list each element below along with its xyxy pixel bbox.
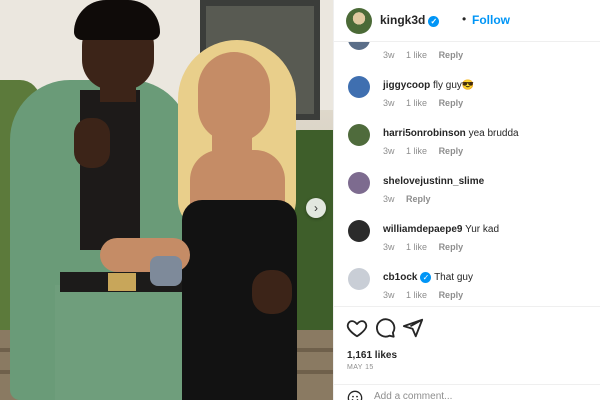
comment-meta: 3w 1 like Reply bbox=[383, 146, 472, 156]
post-date: MAY 15 bbox=[347, 364, 374, 371]
comment-time: 3w bbox=[383, 50, 395, 60]
photo-woman-face bbox=[198, 52, 270, 142]
comment-body: That guy bbox=[434, 272, 473, 283]
verified-badge-icon: ✓ bbox=[428, 16, 440, 27]
commenter-avatar[interactable] bbox=[348, 42, 370, 50]
author-avatar[interactable] bbox=[346, 8, 372, 34]
author-username[interactable]: kingk3d ✓ bbox=[380, 13, 440, 27]
comment-body: Yur kad bbox=[465, 224, 500, 235]
photo-woman-bracelet bbox=[150, 256, 182, 286]
comment-text: cb1ock ✓ That guy bbox=[383, 272, 473, 283]
next-photo-button[interactable]: › bbox=[306, 198, 326, 218]
header-separator: • bbox=[462, 12, 467, 26]
commenter-username[interactable]: cb1ock bbox=[383, 272, 417, 283]
comment-icon[interactable] bbox=[374, 317, 396, 339]
add-comment-row bbox=[334, 384, 600, 400]
comment-item: shelovejustinn_slime 3w Reply bbox=[334, 172, 600, 220]
comment-likes[interactable]: 1 like bbox=[406, 242, 427, 252]
comment-likes[interactable]: 1 like bbox=[406, 290, 427, 300]
commenter-avatar[interactable] bbox=[348, 124, 370, 146]
comment-meta: 3w 1 like Reply bbox=[383, 98, 472, 108]
reply-button[interactable]: Reply bbox=[406, 194, 431, 204]
commenter-avatar[interactable] bbox=[348, 76, 370, 98]
post-side-panel: kingk3d ✓ • Follow 3w 1 like Reply jiggyc… bbox=[333, 0, 600, 400]
comment-item: harri5onrobinson yea brudda 3w 1 like Re… bbox=[334, 124, 600, 172]
comments-list[interactable]: 3w 1 like Reply jiggycoop fly guy😎 3w 1 … bbox=[334, 42, 600, 304]
photo-man-hand bbox=[74, 118, 110, 168]
comment-text: williamdepaepe9 Yur kad bbox=[383, 224, 499, 235]
reply-button[interactable]: Reply bbox=[439, 146, 464, 156]
commenter-username[interactable]: harri5onrobinson bbox=[383, 128, 466, 139]
post-header: kingk3d ✓ • Follow bbox=[334, 0, 600, 42]
comment-time: 3w bbox=[383, 98, 395, 108]
photo-man-buckle bbox=[108, 273, 136, 291]
verified-badge-icon: ✓ bbox=[420, 272, 432, 283]
chevron-right-icon: › bbox=[314, 201, 318, 215]
comment-item: 3w 1 like Reply bbox=[334, 42, 600, 76]
comment-body: fly guy😎 bbox=[433, 80, 475, 91]
photo-man-shirt bbox=[80, 90, 140, 250]
comment-likes[interactable]: 1 like bbox=[406, 50, 427, 60]
comment-body: yea brudda bbox=[468, 128, 519, 139]
comment-meta: 3w 1 like Reply bbox=[383, 242, 472, 252]
add-comment-input[interactable] bbox=[374, 391, 574, 400]
comment-likes[interactable]: 1 like bbox=[406, 98, 427, 108]
comment-item: williamdepaepe9 Yur kad 3w 1 like Reply bbox=[334, 220, 600, 268]
reply-button[interactable]: Reply bbox=[439, 98, 464, 108]
follow-button[interactable]: Follow bbox=[472, 13, 510, 27]
reply-button[interactable]: Reply bbox=[439, 290, 464, 300]
commenter-username[interactable]: williamdepaepe9 bbox=[383, 224, 462, 235]
comment-time: 3w bbox=[383, 146, 395, 156]
comment-text: harri5onrobinson yea brudda bbox=[383, 128, 519, 139]
commenter-username[interactable]: jiggycoop bbox=[383, 80, 430, 91]
share-icon[interactable] bbox=[402, 317, 424, 339]
comment-time: 3w bbox=[383, 290, 395, 300]
comment-meta: 3w Reply bbox=[383, 194, 440, 204]
commenter-avatar[interactable] bbox=[348, 268, 370, 290]
comment-meta: 3w 1 like Reply bbox=[383, 290, 472, 300]
author-username-text[interactable]: kingk3d bbox=[380, 13, 425, 27]
heart-icon[interactable] bbox=[346, 317, 368, 339]
emoji-icon[interactable] bbox=[347, 390, 363, 400]
commenter-avatar[interactable] bbox=[348, 220, 370, 242]
comment-meta: 3w 1 like Reply bbox=[383, 50, 472, 60]
photo-man-hair bbox=[74, 0, 160, 40]
photo-man-pants bbox=[55, 285, 185, 400]
reply-button[interactable]: Reply bbox=[439, 50, 464, 60]
comment-item: jiggycoop fly guy😎 3w 1 like Reply bbox=[334, 76, 600, 124]
comment-time: 3w bbox=[383, 242, 395, 252]
comment-time: 3w bbox=[383, 194, 395, 204]
post-actions bbox=[334, 306, 600, 348]
reply-button[interactable]: Reply bbox=[439, 242, 464, 252]
comment-text: shelovejustinn_slime bbox=[383, 176, 484, 187]
comment-likes[interactable]: 1 like bbox=[406, 146, 427, 156]
photo-man-hand-on-waist bbox=[252, 270, 292, 314]
post-photo: › bbox=[0, 0, 333, 400]
comment-text: jiggycoop fly guy😎 bbox=[383, 80, 474, 91]
likes-count[interactable]: 1,161 likes bbox=[347, 350, 397, 361]
comment-item: cb1ock ✓ That guy 3w 1 like Reply bbox=[334, 268, 600, 304]
commenter-username[interactable]: shelovejustinn_slime bbox=[383, 176, 484, 187]
commenter-avatar[interactable] bbox=[348, 172, 370, 194]
